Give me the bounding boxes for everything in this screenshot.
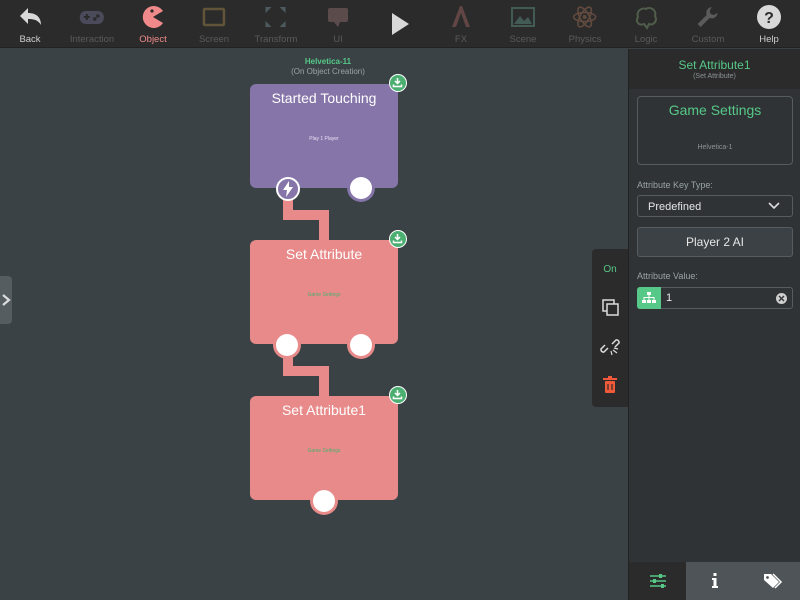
fx-button[interactable]: FX (447, 0, 475, 48)
custom-label: Custom (691, 34, 725, 45)
toggle-on-button[interactable]: On (592, 264, 628, 275)
block-started-touching[interactable]: Started Touching Play 1 Player (250, 84, 398, 188)
block-title: Set Attribute1 (281, 402, 367, 418)
pacman-icon (142, 5, 163, 29)
physics-button[interactable]: Physics (568, 0, 602, 48)
block-output-port[interactable] (350, 177, 372, 199)
unlink-icon[interactable] (600, 336, 620, 356)
chevron-right-icon (2, 294, 11, 306)
block-subtitle: Game Settings (307, 448, 341, 454)
svg-text:?: ? (764, 10, 774, 27)
block-set-attribute1[interactable]: Set Attribute1 Game Settings (250, 396, 398, 500)
help-icon: ? (757, 5, 781, 29)
inspector-panel: Set Attribute1 (Set Attribute) Game Sett… (628, 49, 800, 600)
help-button[interactable]: ? Help (755, 0, 783, 48)
ui-button[interactable]: UI (324, 0, 352, 48)
scene-label: Scene (509, 34, 537, 45)
inspector-tabs (629, 562, 800, 600)
object-label: Object (139, 34, 167, 45)
block-actions-toolbar: On (592, 249, 628, 407)
inspector-header: Set Attribute1 (Set Attribute) (629, 49, 800, 89)
ui-icon (328, 8, 348, 27)
brain-icon (635, 6, 657, 30)
download-icon[interactable] (389, 230, 407, 248)
attribute-key-button[interactable]: Player 2 AI (637, 227, 793, 257)
clear-icon[interactable] (776, 293, 787, 304)
tab-tags[interactable] (744, 562, 800, 600)
transform-label: Transform (254, 34, 298, 45)
wrench-icon (697, 7, 718, 27)
tab-settings[interactable] (629, 562, 686, 600)
left-drawer-handle[interactable] (0, 276, 12, 324)
interaction-button[interactable]: Interaction (70, 0, 114, 48)
transform-icon (266, 7, 286, 27)
inspector-subtitle: (Set Attribute) (693, 73, 736, 80)
physics-label: Physics (568, 34, 602, 45)
block-subtitle: Play 1 Player (309, 136, 339, 142)
download-icon[interactable] (389, 74, 407, 92)
object-name: Helvetica-11 (304, 57, 352, 66)
object-title: Helvetica-11 (On Object Creation) (253, 57, 403, 77)
target-attribute-box[interactable]: Game Settings Helvetica-1 (637, 96, 793, 165)
info-icon (712, 573, 718, 588)
fx-label: FX (454, 34, 468, 45)
block-title: Set Attribute (285, 246, 363, 262)
gamepad-icon (80, 11, 104, 24)
inspector-title: Set Attribute1 (678, 58, 751, 72)
back-label: Back (19, 34, 41, 45)
ui-label: UI (333, 34, 343, 45)
logic-button[interactable]: Logic (632, 0, 660, 48)
value-label: Attribute Value: (637, 271, 698, 281)
target-name: Game Settings (668, 102, 762, 118)
connector-wire (319, 210, 329, 242)
interaction-label: Interaction (69, 34, 115, 45)
connector-wire (319, 366, 329, 398)
object-trigger: (On Object Creation) (291, 67, 365, 76)
screen-label: Screen (198, 34, 230, 45)
tags-icon (763, 573, 782, 589)
custom-button[interactable]: Custom (691, 0, 725, 48)
attribute-value-field[interactable]: 1 (637, 287, 793, 309)
play-icon (392, 13, 409, 35)
scene-icon (511, 7, 535, 27)
trash-icon[interactable] (600, 375, 620, 395)
key-type-label: Attribute Key Type: (637, 180, 713, 190)
transform-button[interactable]: Transform (254, 0, 298, 48)
sliders-icon (649, 574, 666, 588)
back-arrow-icon (20, 8, 41, 25)
block-subtitle: Game Settings (307, 292, 341, 298)
key-type-select[interactable]: Predefined (637, 195, 793, 217)
help-label: Help (759, 34, 779, 45)
play-button[interactable] (385, 0, 413, 48)
screen-icon (202, 7, 226, 27)
hierarchy-icon[interactable] (637, 287, 661, 309)
tab-info[interactable] (686, 562, 744, 600)
back-button[interactable]: Back (16, 0, 44, 48)
lightning-bolt-icon[interactable] (276, 177, 300, 201)
top-toolbar: Back Interaction Object Screen Transform… (0, 0, 800, 48)
block-output-port[interactable] (350, 334, 372, 356)
object-button[interactable]: Object (139, 0, 167, 48)
key-type-value: Predefined (648, 201, 702, 213)
block-set-attribute[interactable]: Set Attribute Game Settings (250, 240, 398, 344)
target-subname: Helvetica-1 (697, 144, 733, 151)
block-output-port[interactable] (276, 334, 298, 356)
scene-button[interactable]: Scene (509, 0, 537, 48)
chevron-down-icon (768, 202, 780, 210)
logic-label: Logic (634, 34, 658, 45)
atom-icon (573, 6, 597, 28)
download-icon[interactable] (389, 386, 407, 404)
fx-icon (452, 6, 470, 27)
duplicate-icon[interactable] (600, 297, 620, 317)
attribute-value: 1 (666, 292, 673, 304)
screen-button[interactable]: Screen (199, 0, 229, 48)
block-title: Started Touching (271, 90, 377, 106)
block-output-port[interactable] (313, 490, 335, 512)
